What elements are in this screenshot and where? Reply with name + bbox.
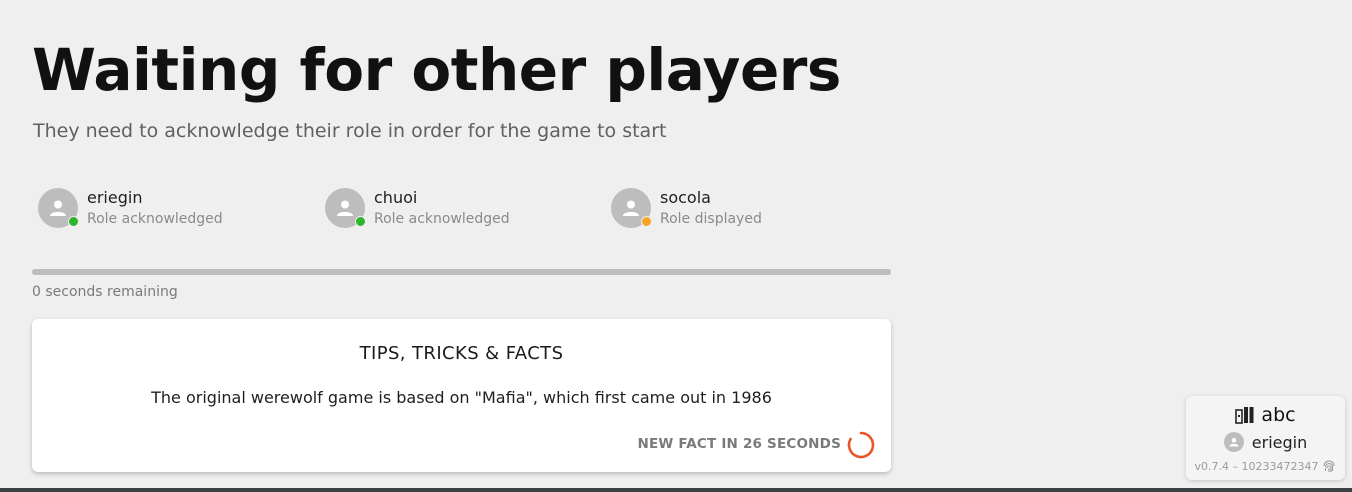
current-user: eriegin — [1186, 432, 1345, 452]
user-avatar — [1223, 432, 1244, 452]
room-door-icon — [1235, 407, 1254, 424]
player-name: chuoi — [374, 188, 418, 207]
player-name: socola — [660, 188, 711, 207]
version-info: v0.7.4 – 10233472347 — [1186, 459, 1345, 473]
status-dot — [355, 216, 366, 227]
player-status: Role displayed — [660, 211, 762, 227]
person-icon — [337, 200, 353, 216]
status-dot — [68, 216, 79, 227]
version-text: v0.7.4 – 10233472347 — [1194, 459, 1319, 473]
seconds-remaining-label: 0 seconds remaining — [32, 284, 178, 300]
room-name: abc — [1261, 404, 1296, 426]
player-card: socola Role displayed — [611, 188, 762, 230]
avatar — [611, 188, 652, 228]
countdown-progress-bar — [32, 269, 891, 275]
avatar — [38, 188, 79, 228]
player-card: eriegin Role acknowledged — [38, 188, 223, 230]
player-status: Role acknowledged — [87, 211, 223, 227]
page-title: Waiting for other players — [32, 36, 841, 104]
countdown-progress-fill — [32, 269, 891, 275]
waiting-screen: Waiting for other players They need to a… — [0, 0, 1352, 492]
next-fact-countdown: NEW FACT IN 26 SECONDS — [637, 436, 841, 452]
loading-spinner-icon — [847, 431, 875, 459]
player-name: eriegin — [87, 188, 143, 207]
room-info: abc — [1186, 404, 1345, 426]
player-card: chuoi Role acknowledged — [325, 188, 510, 230]
tips-fact-text: The original werewolf game is based on "… — [151, 388, 772, 407]
fingerprint-icon — [1323, 460, 1336, 472]
tips-title: TIPS, TRICKS & FACTS — [359, 343, 564, 364]
player-status: Role acknowledged — [374, 211, 510, 227]
bottom-edge-strip — [0, 488, 1352, 492]
tips-card: TIPS, TRICKS & FACTS The original werewo… — [32, 319, 891, 472]
avatar — [325, 188, 366, 228]
user-name: eriegin — [1251, 432, 1308, 452]
person-icon — [623, 200, 639, 216]
session-info-panel[interactable]: abc eriegin v0.7.4 – 10233472347 — [1186, 396, 1345, 480]
person-icon — [1229, 438, 1239, 447]
page-subtitle: They need to acknowledge their role in o… — [33, 120, 667, 142]
person-icon — [50, 200, 66, 216]
status-dot — [641, 216, 652, 227]
